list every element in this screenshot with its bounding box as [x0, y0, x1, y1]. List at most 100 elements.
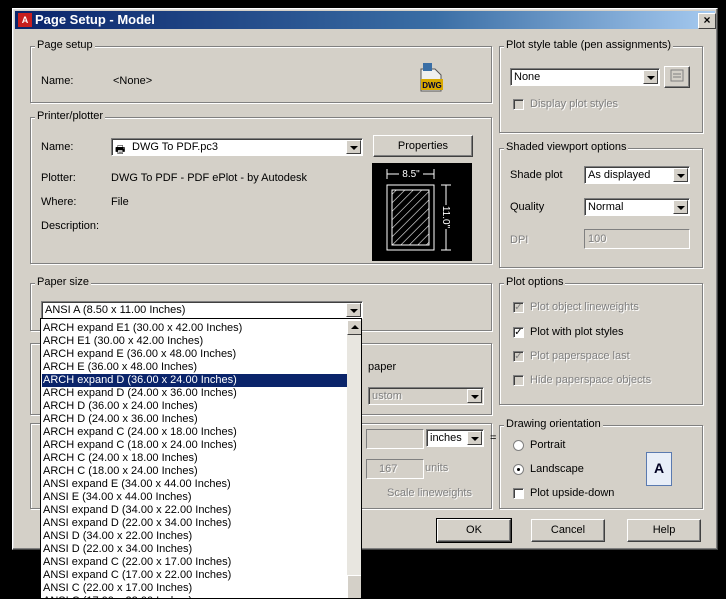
cancel-button[interactable]: Cancel [531, 519, 605, 542]
paper-size-option[interactable]: ARCH D (24.00 x 36.00 Inches) [42, 413, 348, 426]
scroll-thumb[interactable] [347, 575, 361, 598]
paper-size-value: ANSI A (8.50 x 11.00 Inches) [45, 304, 186, 316]
plot-object-lineweights-checkbox: ✓ [513, 302, 524, 313]
preview-width-label: 8.5" [402, 169, 420, 180]
orientation-preview-icon: A [646, 452, 672, 486]
chevron-down-icon[interactable] [467, 431, 482, 445]
where-value: File [111, 196, 129, 208]
paper-size-option[interactable]: ANSI expand D (34.00 x 22.00 Inches) [42, 504, 348, 517]
printer-name-label: Name: [41, 141, 74, 153]
description-label: Description: [41, 220, 100, 232]
paper-size-option[interactable]: ARCH D (36.00 x 24.00 Inches) [42, 400, 348, 413]
plot-style-value: None [514, 71, 541, 83]
landscape-radio[interactable] [513, 464, 524, 475]
paper-size-option[interactable]: ARCH expand E (36.00 x 48.00 Inches) [42, 348, 348, 361]
quality-select[interactable]: Normal [584, 198, 690, 216]
printer-name-value: DWG To PDF.pc3 [132, 141, 218, 153]
scale-lineweights-label: Scale lineweights [387, 487, 472, 499]
scale-value: ustom [372, 390, 402, 402]
shade-plot-select[interactable]: As displayed [584, 166, 690, 184]
chevron-down-icon[interactable] [346, 140, 361, 154]
hide-paperspace-objects-checkbox [513, 375, 524, 386]
paper-size-option[interactable]: ANSI C (17.00 x 22.00 Inches) [42, 595, 348, 598]
paper-size-option[interactable]: ANSI expand C (17.00 x 22.00 Inches) [42, 569, 348, 582]
plot-style-select[interactable]: None [510, 68, 660, 86]
page-setup-name-value: <None> [113, 75, 153, 87]
printer-plotter-label: Printer/plotter [35, 110, 106, 122]
chevron-down-icon [467, 389, 482, 403]
edit-plot-style-button[interactable] [664, 66, 690, 88]
scale-input-2: 167 [366, 459, 424, 479]
paper-size-dropdown-list[interactable]: ARCH expand E1 (30.00 x 42.00 Inches) ARC… [40, 318, 362, 599]
shade-plot-value: As displayed [588, 169, 651, 181]
paper-size-option[interactable]: ARCH expand E1 (30.00 x 42.00 Inches) [42, 322, 348, 335]
plot-options-label: Plot options [504, 276, 566, 288]
paper-size-option[interactable]: ARCH C (18.00 x 24.00 Inches) [42, 465, 348, 478]
plotter-value: DWG To PDF - PDF ePlot - by Autodesk [111, 172, 308, 184]
paper-size-option[interactable]: ARCH expand C (18.00 x 24.00 Inches) [42, 439, 348, 452]
ok-button[interactable]: OK [436, 518, 512, 543]
drawing-orientation-group: Drawing orientation Portrait Landscape P… [499, 418, 703, 509]
plot-with-plot-styles-checkbox[interactable]: ✓ [513, 327, 524, 338]
plot-paperspace-last-label: Plot paperspace last [530, 350, 630, 362]
properties-button[interactable]: Properties [373, 135, 473, 157]
where-label: Where: [41, 196, 77, 208]
paper-size-option[interactable]: ARCH expand D (36.00 x 24.00 Inches) [42, 374, 348, 387]
fit-to-paper-label: paper [368, 361, 397, 373]
plot-style-label: Plot style table (pen assignments) [504, 39, 674, 51]
paper-size-option[interactable]: ANSI C (22.00 x 17.00 Inches) [42, 582, 348, 595]
title-bar[interactable]: A Page Setup - Model × [15, 11, 716, 29]
paper-size-option[interactable]: ANSI D (34.00 x 22.00 Inches) [42, 530, 348, 543]
chevron-down-icon[interactable] [673, 168, 688, 182]
units-label: units [425, 462, 449, 474]
plot-object-lineweights-label: Plot object lineweights [530, 301, 639, 313]
shaded-viewport-label: Shaded viewport options [504, 141, 629, 153]
printer-plotter-group: Printer/plotter Name: 🖶 DWG To PDF.pc3 P… [30, 110, 492, 264]
close-button[interactable]: × [698, 13, 716, 29]
paper-size-option[interactable]: ARCH E1 (30.00 x 42.00 Inches) [42, 335, 348, 348]
page-setup-label: Page setup [35, 39, 95, 51]
paper-size-option[interactable]: ARCH C (24.00 x 18.00 Inches) [42, 452, 348, 465]
preview-height-label: 11.0" [440, 206, 451, 229]
paper-size-option[interactable]: ANSI expand E (34.00 x 44.00 Inches) [42, 478, 348, 491]
paper-size-option[interactable]: ARCH expand C (24.00 x 18.00 Inches) [42, 426, 348, 439]
dpi-input: 100 [584, 229, 690, 249]
dropdown-scrollbar[interactable] [347, 320, 361, 598]
autocad-icon: A [18, 13, 32, 27]
chevron-down-icon[interactable] [673, 200, 688, 214]
plot-upside-down-label: Plot upside-down [530, 487, 615, 499]
units-select[interactable]: inches [426, 429, 484, 447]
dpi-label: DPI [510, 234, 529, 246]
shade-plot-label: Shade plot [510, 169, 563, 181]
paper-size-option[interactable]: ANSI E (34.00 x 44.00 Inches) [42, 491, 348, 504]
paper-size-option[interactable]: ANSI expand D (22.00 x 34.00 Inches) [42, 517, 348, 530]
chevron-down-icon[interactable] [346, 303, 361, 317]
units-value: inches [430, 432, 462, 444]
paper-size-option[interactable]: ANSI D (22.00 x 34.00 Inches) [42, 543, 348, 556]
plot-upside-down-checkbox[interactable] [513, 488, 524, 499]
paper-size-option[interactable]: ANSI expand C (22.00 x 17.00 Inches) [42, 556, 348, 569]
printer-icon: 🖶 [115, 144, 126, 156]
paper-size-option[interactable]: ARCH expand D (24.00 x 36.00 Inches) [42, 387, 348, 400]
scale-input-1[interactable] [366, 429, 424, 449]
plotter-label: Plotter: [41, 172, 76, 184]
plot-paperspace-last-checkbox: ✓ [513, 351, 524, 362]
plot-style-group: Plot style table (pen assignments) None … [499, 39, 703, 133]
paper-size-select[interactable]: ANSI A (8.50 x 11.00 Inches) [41, 301, 363, 319]
equals-label: = [490, 432, 497, 444]
scroll-up-button[interactable] [347, 320, 361, 335]
display-plot-styles-checkbox [513, 99, 524, 110]
plot-with-plot-styles-label: Plot with plot styles [530, 326, 624, 338]
paper-preview: 8.5" 11.0" [372, 163, 472, 261]
landscape-label: Landscape [530, 463, 584, 475]
help-button[interactable]: Help [627, 519, 701, 542]
scale-select: ustom [368, 387, 484, 405]
portrait-label: Portrait [530, 439, 566, 451]
portrait-radio[interactable] [513, 440, 524, 451]
chevron-down-icon[interactable] [643, 70, 658, 84]
printer-name-select[interactable]: 🖶 DWG To PDF.pc3 [111, 138, 363, 156]
dwg-file-icon: DWG [417, 61, 447, 93]
display-plot-styles-label: Display plot styles [530, 98, 619, 110]
dwg-icon-text: DWG [422, 81, 442, 90]
paper-size-option[interactable]: ARCH E (36.00 x 48.00 Inches) [42, 361, 348, 374]
